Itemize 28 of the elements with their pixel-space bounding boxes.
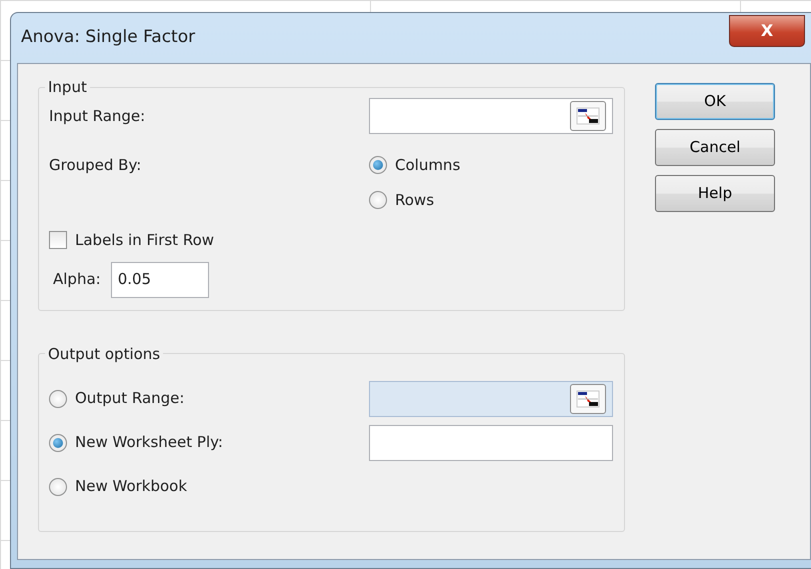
option-label: New Worksheet Ply: bbox=[75, 432, 223, 454]
group-label: Input bbox=[47, 78, 88, 96]
input-field[interactable]: 0.05 bbox=[110, 262, 209, 298]
window-title: Anova: Single Factor bbox=[21, 26, 196, 50]
field-label: Input Range: bbox=[49, 106, 146, 127]
option-label: Rows bbox=[395, 190, 434, 210]
input-field[interactable] bbox=[369, 98, 613, 134]
close-button[interactable]: X bbox=[729, 15, 805, 47]
field-label: Grouped By: bbox=[49, 155, 142, 176]
group-label: Output options bbox=[47, 344, 162, 362]
field-label: Alpha: bbox=[53, 269, 101, 290]
input-field[interactable] bbox=[369, 424, 613, 460]
radio-button[interactable] bbox=[49, 478, 67, 496]
radio-button[interactable] bbox=[49, 434, 67, 452]
radio-button[interactable] bbox=[49, 390, 67, 408]
range-select-button[interactable] bbox=[570, 101, 606, 131]
dialog-button[interactable]: Cancel bbox=[655, 129, 775, 166]
checkbox[interactable] bbox=[49, 231, 67, 250]
option-label: Output Range: bbox=[75, 388, 184, 410]
range-select-icon bbox=[576, 107, 600, 125]
dialog-button[interactable]: Help bbox=[655, 175, 775, 212]
option-label: New Workbook bbox=[75, 476, 188, 498]
range-select-icon bbox=[576, 390, 600, 408]
dialog-button[interactable]: OK bbox=[655, 83, 775, 120]
radio-button[interactable] bbox=[369, 156, 387, 174]
checkbox-label: Labels in First Row bbox=[75, 230, 214, 251]
radio-button[interactable] bbox=[369, 190, 387, 209]
option-label: Columns bbox=[395, 155, 460, 176]
